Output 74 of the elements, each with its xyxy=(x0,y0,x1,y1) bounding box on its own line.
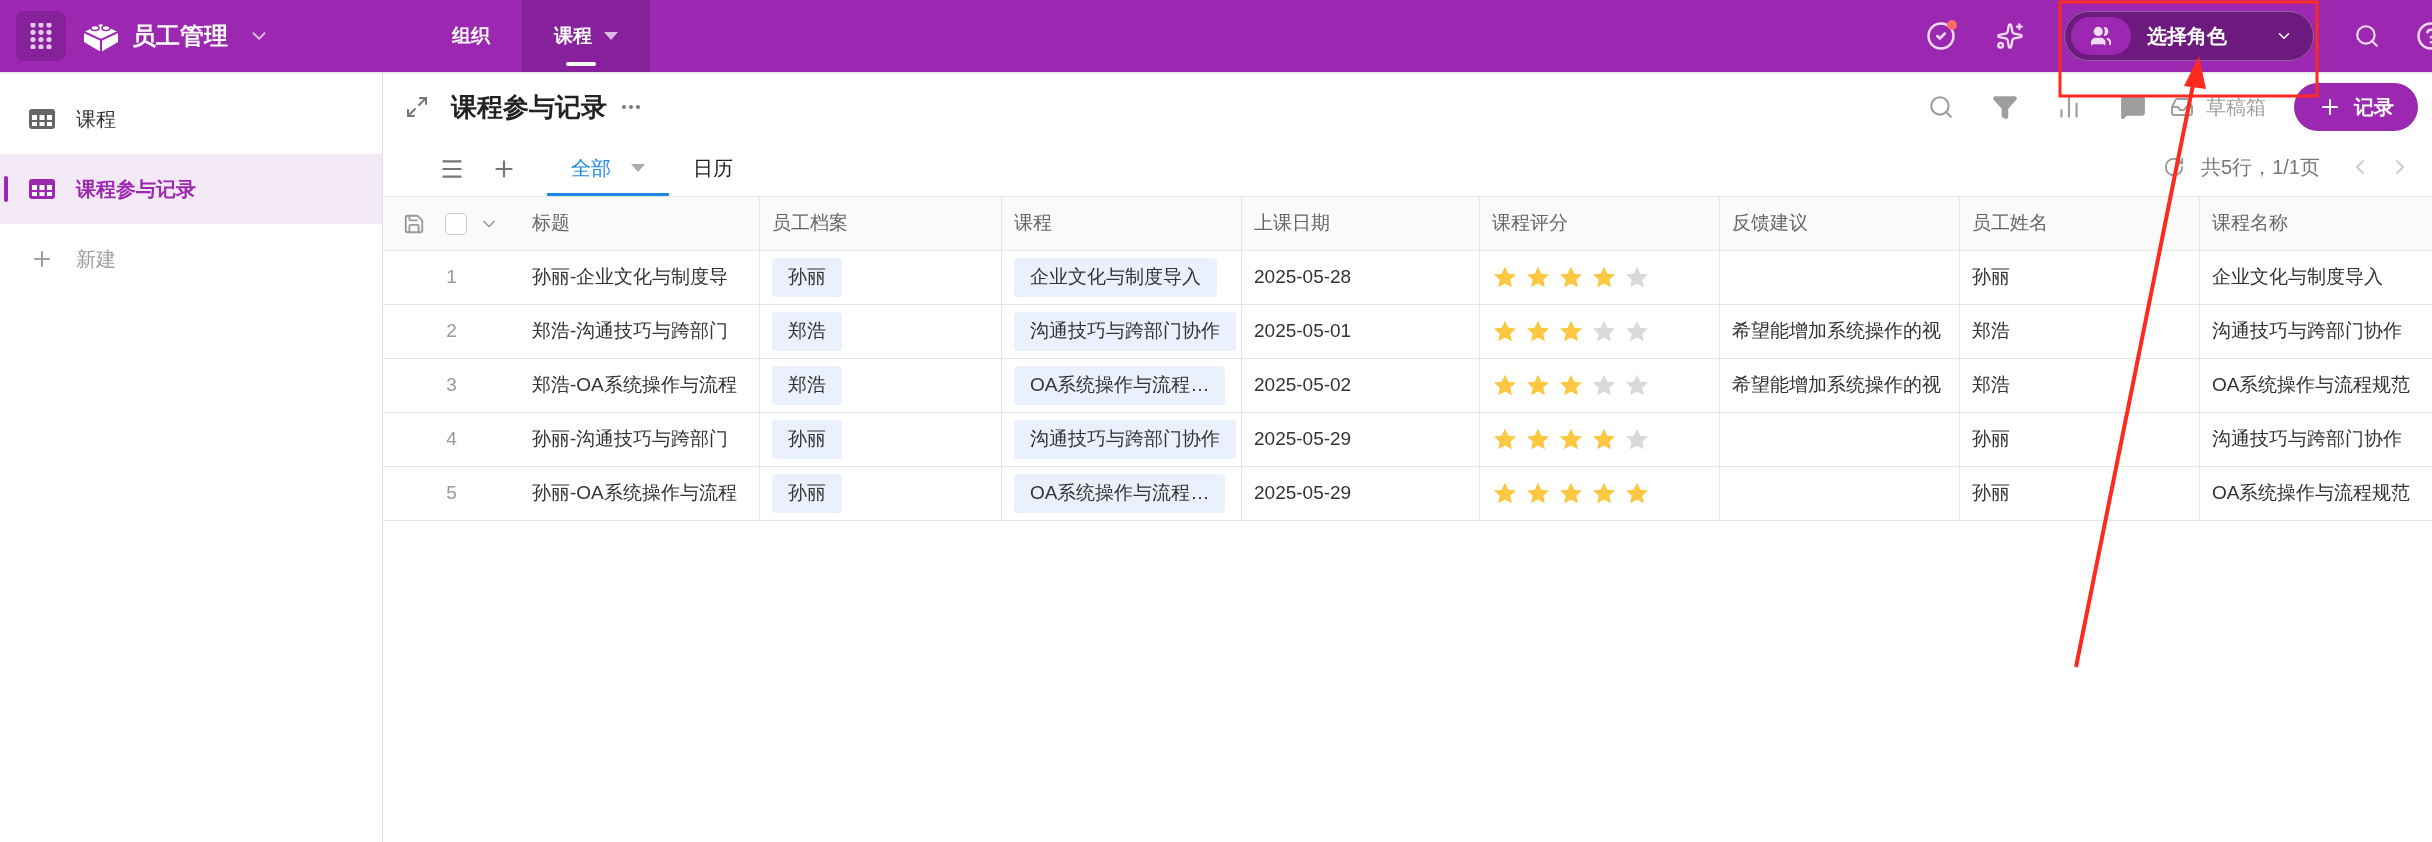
column-header: 员工档案 xyxy=(760,197,1002,250)
table-icon xyxy=(28,178,56,200)
table-cell: 孙丽 xyxy=(1960,413,2200,466)
selection-bar xyxy=(4,176,8,202)
expand-icon[interactable] xyxy=(405,95,429,119)
table-cell: 孙丽 xyxy=(1960,251,2200,304)
inbox-icon xyxy=(2170,95,2194,119)
table-cell: 郑浩-OA系统操作与流程 xyxy=(520,359,760,412)
app-title-button[interactable]: 员工管理 xyxy=(82,18,270,54)
search-icon[interactable] xyxy=(1928,94,1954,120)
role-selector[interactable]: 选择角色 xyxy=(2064,11,2314,61)
course-tag[interactable]: 沟通技巧与跨部门协作 xyxy=(1014,312,1236,351)
task-check-icon[interactable] xyxy=(1926,21,1956,51)
table-icon xyxy=(28,108,56,130)
table-cell: 2025-05-28 xyxy=(1242,251,1480,304)
column-header: 课程 xyxy=(1002,197,1242,250)
active-tab-indicator xyxy=(566,62,596,66)
table-cell: 希望能增加系统操作的视 xyxy=(1720,305,1960,358)
table-cell: 2025-05-01 xyxy=(1242,305,1480,358)
course-tag[interactable]: OA系统操作与流程… xyxy=(1014,474,1226,513)
row-number: 1 xyxy=(446,265,457,290)
table-cell: 沟通技巧与跨部门协作 xyxy=(2200,413,2432,466)
table-cell: 2025-05-02 xyxy=(1242,359,1480,412)
column-header: 标题 xyxy=(520,197,760,250)
column-header: 课程评分 xyxy=(1480,197,1720,250)
sparkle-icon[interactable] xyxy=(1996,22,2024,50)
employee-tag[interactable]: 郑浩 xyxy=(772,312,842,351)
caret-icon xyxy=(604,32,618,40)
table-cell: 孙丽-沟通技巧与跨部门 xyxy=(520,413,760,466)
apps-button[interactable] xyxy=(16,11,66,61)
page-title: 课程参与记录 xyxy=(451,90,607,124)
employee-tag[interactable]: 孙丽 xyxy=(772,420,842,459)
table-cell: 企业文化与制度导入 xyxy=(2200,251,2432,304)
caret-icon xyxy=(631,163,645,172)
table-cell: 希望能增加系统操作的视 xyxy=(1720,359,1960,412)
table-cell: OA系统操作与流程规范 xyxy=(2200,359,2432,412)
course-tag[interactable]: OA系统操作与流程… xyxy=(1014,366,1226,405)
table-cell: 孙丽-OA系统操作与流程 xyxy=(520,467,760,520)
column-header: 上课日期 xyxy=(1242,197,1480,250)
table-cell: 郑浩 xyxy=(1960,359,2200,412)
column-header: 员工姓名 xyxy=(1960,197,2200,250)
row-number: 3 xyxy=(446,373,457,398)
column-header: 反馈建议 xyxy=(1720,197,1960,250)
pagination-text: 共5行，1/1页 xyxy=(2201,155,2320,180)
employee-tag[interactable]: 孙丽 xyxy=(772,474,842,513)
employee-tag[interactable]: 孙丽 xyxy=(772,258,842,297)
view-tab[interactable]: 日历 xyxy=(669,142,757,196)
search-icon[interactable] xyxy=(2354,23,2380,49)
column-header: 课程名称 xyxy=(2200,197,2432,250)
nav-tab[interactable]: 课程 xyxy=(522,0,650,72)
course-tag[interactable]: 企业文化与制度导入 xyxy=(1014,258,1217,297)
table-cell: 郑浩-沟通技巧与跨部门 xyxy=(520,305,760,358)
row-number: 2 xyxy=(446,319,457,344)
sidebar-item[interactable]: 课程 xyxy=(0,84,382,154)
refresh-icon[interactable] xyxy=(2163,156,2186,178)
table-cell: OA系统操作与流程规范 xyxy=(2200,467,2432,520)
people-icon xyxy=(2090,25,2112,47)
filter-icon[interactable] xyxy=(1992,94,2018,120)
grid-dots-icon xyxy=(28,23,54,49)
table-cell: 2025-05-29 xyxy=(1242,467,1480,520)
table-cell: 郑浩 xyxy=(1960,305,2200,358)
table-cell: 沟通技巧与跨部门协作 xyxy=(2200,305,2432,358)
course-tag[interactable]: 沟通技巧与跨部门协作 xyxy=(1014,420,1236,459)
add-record-button[interactable]: 记录 xyxy=(2294,83,2418,131)
table-cell: 孙丽 xyxy=(1960,467,2200,520)
table-cell: 孙丽-企业文化与制度导 xyxy=(520,251,760,304)
table-cell: 2025-05-29 xyxy=(1242,413,1480,466)
select-all-checkbox[interactable] xyxy=(445,212,467,235)
nav-tab[interactable]: 组织 xyxy=(420,0,522,72)
row-number: 4 xyxy=(446,427,457,452)
employee-tag[interactable]: 郑浩 xyxy=(772,366,842,405)
save-icon[interactable] xyxy=(403,212,425,235)
row-number: 5 xyxy=(446,481,457,506)
sidebar-item[interactable]: 课程参与记录 xyxy=(0,154,382,224)
